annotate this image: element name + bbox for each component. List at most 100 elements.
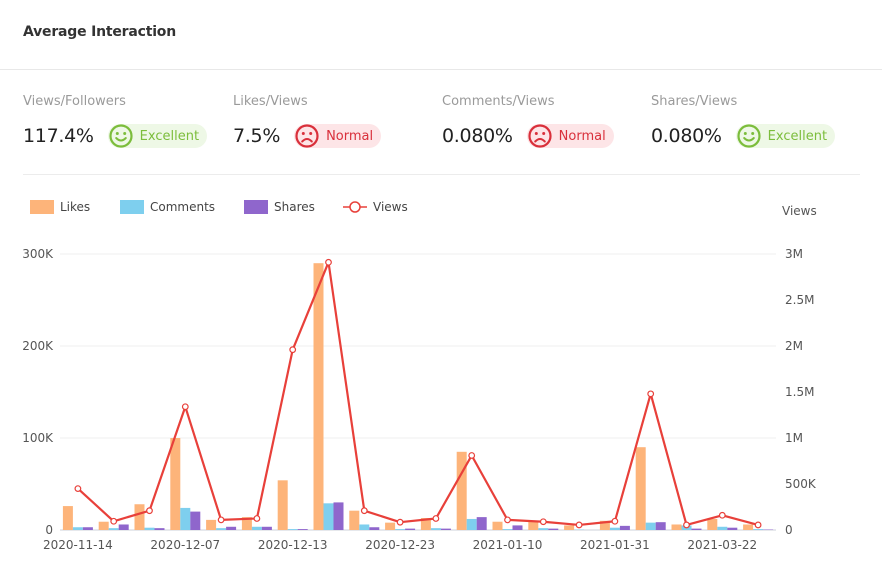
bar-shares: [405, 529, 415, 530]
y-tick-label: 300K: [22, 247, 54, 261]
bar-shares: [298, 529, 308, 530]
frown-icon: [527, 123, 553, 149]
chart-svg: 0100K200K300K0500K1M1.5M2M2.5M3MViews202…: [0, 180, 882, 567]
card-title: Average Interaction: [23, 24, 176, 40]
point-views[interactable]: [290, 347, 296, 353]
point-views[interactable]: [648, 391, 654, 397]
bar-likes: [135, 504, 145, 530]
bar-comments: [109, 528, 119, 530]
y2-tick-label: 1M: [785, 431, 803, 445]
bar-comments: [395, 529, 405, 530]
point-views[interactable]: [541, 519, 547, 525]
x-tick-label: 2020-11-14: [43, 538, 113, 552]
bar-likes: [385, 523, 395, 530]
bar-likes: [206, 520, 216, 530]
legend-label-shares[interactable]: Shares: [274, 200, 315, 214]
bar-shares: [226, 527, 236, 530]
metric-value: 0.080%: [442, 125, 513, 147]
bar-shares: [83, 527, 93, 530]
bar-shares: [190, 512, 200, 530]
metric-label: Shares/Views: [651, 94, 737, 109]
status-text: Normal: [559, 129, 606, 144]
status-badge: Normal: [294, 124, 381, 148]
legend-label-comments[interactable]: Comments: [150, 200, 215, 214]
point-views[interactable]: [397, 519, 403, 525]
bar-comments: [180, 508, 190, 530]
point-views[interactable]: [362, 508, 368, 514]
bar-shares: [441, 529, 451, 530]
bar-comments: [538, 528, 548, 530]
bar-likes: [564, 525, 574, 530]
point-views[interactable]: [147, 508, 153, 514]
legend-swatch-likes[interactable]: [30, 200, 54, 214]
metric-label: Comments/Views: [442, 94, 554, 109]
point-views[interactable]: [505, 517, 511, 523]
status-text: Excellent: [768, 129, 827, 144]
bar-likes: [170, 438, 180, 530]
metric-label: Likes/Views: [233, 94, 308, 109]
legend-swatch-shares[interactable]: [244, 200, 268, 214]
legend-label-likes[interactable]: Likes: [60, 200, 90, 214]
bar-comments: [610, 528, 620, 530]
bar-comments: [359, 524, 369, 530]
y2-tick-label: 3M: [785, 247, 803, 261]
point-views[interactable]: [218, 517, 224, 523]
point-views[interactable]: [433, 516, 439, 522]
x-tick-label: 2021-03-22: [687, 538, 757, 552]
metric-shares-views: Shares/Views 0.080% Excellent: [651, 94, 737, 109]
bar-likes: [278, 480, 288, 530]
status-text: Normal: [326, 129, 373, 144]
status-badge: Normal: [527, 124, 614, 148]
status-badge: Excellent: [108, 124, 207, 148]
legend-marker-views[interactable]: [350, 202, 360, 212]
bar-likes: [349, 511, 359, 530]
metric-value: 7.5%: [233, 125, 280, 147]
bar-comments: [216, 528, 226, 530]
point-views[interactable]: [326, 259, 332, 265]
bar-shares: [262, 527, 272, 530]
point-views[interactable]: [576, 522, 582, 528]
metrics-row: Views/Followers 117.4% Excellent Likes/V…: [23, 94, 860, 175]
bar-shares: [620, 526, 630, 530]
bar-comments: [646, 523, 656, 530]
metric-value: 0.080%: [651, 125, 722, 147]
legend-label-views[interactable]: Views: [373, 200, 408, 214]
bar-comments: [288, 529, 298, 530]
point-views[interactable]: [183, 404, 189, 410]
bar-likes: [493, 522, 503, 530]
point-views[interactable]: [111, 518, 117, 524]
point-views[interactable]: [612, 518, 618, 524]
point-views[interactable]: [684, 522, 690, 528]
smile-icon: [736, 123, 762, 149]
point-views[interactable]: [720, 512, 726, 518]
y-tick-label: 0: [45, 523, 53, 537]
bar-likes: [636, 447, 646, 530]
point-views[interactable]: [75, 486, 81, 492]
bar-likes: [707, 519, 717, 530]
x-tick-label: 2020-12-23: [365, 538, 435, 552]
metric-comments-views: Comments/Views 0.080% Normal: [442, 94, 554, 109]
bar-comments: [503, 529, 513, 530]
smile-icon: [108, 123, 134, 149]
status-badge: Excellent: [736, 124, 835, 148]
bar-likes: [457, 452, 467, 530]
bar-shares: [513, 525, 523, 530]
bar-likes: [743, 524, 753, 530]
y2-tick-label: 2M: [785, 339, 803, 353]
y-tick-label: 200K: [22, 339, 54, 353]
bar-shares: [727, 528, 737, 530]
bar-shares: [369, 527, 379, 530]
y-tick-label: 100K: [22, 431, 54, 445]
point-views[interactable]: [469, 453, 475, 459]
card-header: Average Interaction: [0, 0, 882, 70]
legend-swatch-comments[interactable]: [120, 200, 144, 214]
point-views[interactable]: [254, 516, 260, 522]
bar-likes: [63, 506, 73, 530]
frown-icon: [294, 123, 320, 149]
bar-comments: [73, 527, 83, 530]
point-views[interactable]: [755, 522, 761, 528]
x-tick-label: 2021-01-10: [473, 538, 543, 552]
bar-comments: [717, 527, 727, 530]
metric-likes-views: Likes/Views 7.5% Normal: [233, 94, 308, 109]
bar-comments: [252, 527, 262, 530]
